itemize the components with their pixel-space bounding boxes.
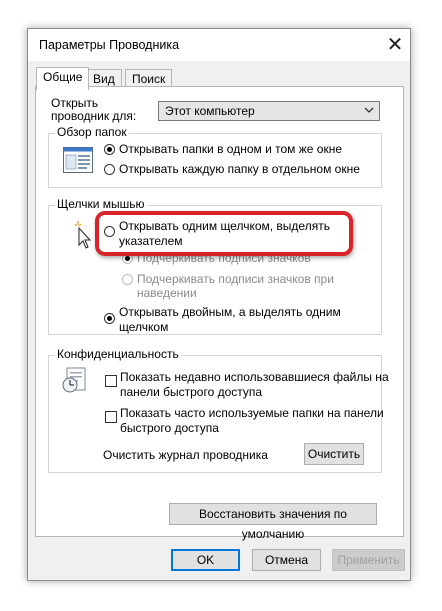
mouse-clicks-legend: Щелчки мышью	[55, 197, 147, 211]
close-icon[interactable]: ✕	[383, 33, 407, 57]
separate-window-label: Открывать каждую папку в отдельном окне	[119, 162, 360, 176]
open-explorer-label: Открыть проводник для:	[51, 96, 137, 123]
ok-button[interactable]: OK	[171, 549, 240, 571]
mouse-pointer-icon	[74, 221, 92, 249]
folder-window-icon	[63, 147, 93, 173]
radio-double-click[interactable]	[104, 313, 115, 324]
radio-underline-hover[interactable]	[122, 274, 133, 285]
open-explorer-select[interactable]: Этот компьютер	[158, 101, 380, 121]
folder-options-dialog: Параметры Проводника ✕ Общие Вид Поиск О…	[27, 28, 411, 581]
privacy-legend: Конфиденциальность	[55, 347, 181, 361]
highlight-annotation	[95, 211, 353, 256]
privacy-icon	[62, 367, 86, 393]
restore-defaults-button[interactable]: Восстановить значения по умолчанию	[169, 503, 377, 541]
clear-button[interactable]: Очистить	[304, 443, 364, 465]
title-bar: Параметры Проводника ✕	[28, 29, 410, 61]
window-title: Параметры Проводника	[39, 38, 180, 52]
tab-general[interactable]: Общие	[36, 67, 90, 90]
double-click-line2: щелчком	[119, 320, 169, 334]
checkbox-recent-files[interactable]	[105, 375, 117, 387]
open-explorer-value: Этот компьютер	[165, 104, 255, 118]
radio-same-window[interactable]	[104, 144, 115, 155]
frequent-folders-line1: Показать часто используемые папки на пан…	[120, 406, 384, 420]
recent-files-line1: Показать недавно использовавшиеся файлы …	[120, 370, 389, 384]
radio-separate-window[interactable]	[104, 164, 115, 175]
frequent-folders-line2: быстрого доступа	[120, 421, 219, 435]
clear-history-label: Очистить журнал проводника	[103, 448, 268, 462]
checkbox-frequent-folders[interactable]	[105, 411, 117, 423]
recent-files-line2: панели быстрого доступа	[120, 385, 263, 399]
same-window-label: Открывать папки в одном и том же окне	[119, 142, 342, 156]
browse-folders-legend: Обзор папок	[55, 125, 129, 139]
double-click-line1: Открывать двойным, а выделять одним	[119, 305, 341, 319]
chevron-down-icon	[364, 107, 374, 113]
apply-button[interactable]: Применить	[332, 549, 405, 571]
cancel-button[interactable]: Отмена	[252, 549, 321, 571]
underline-hover-line2: наведении	[137, 286, 197, 300]
